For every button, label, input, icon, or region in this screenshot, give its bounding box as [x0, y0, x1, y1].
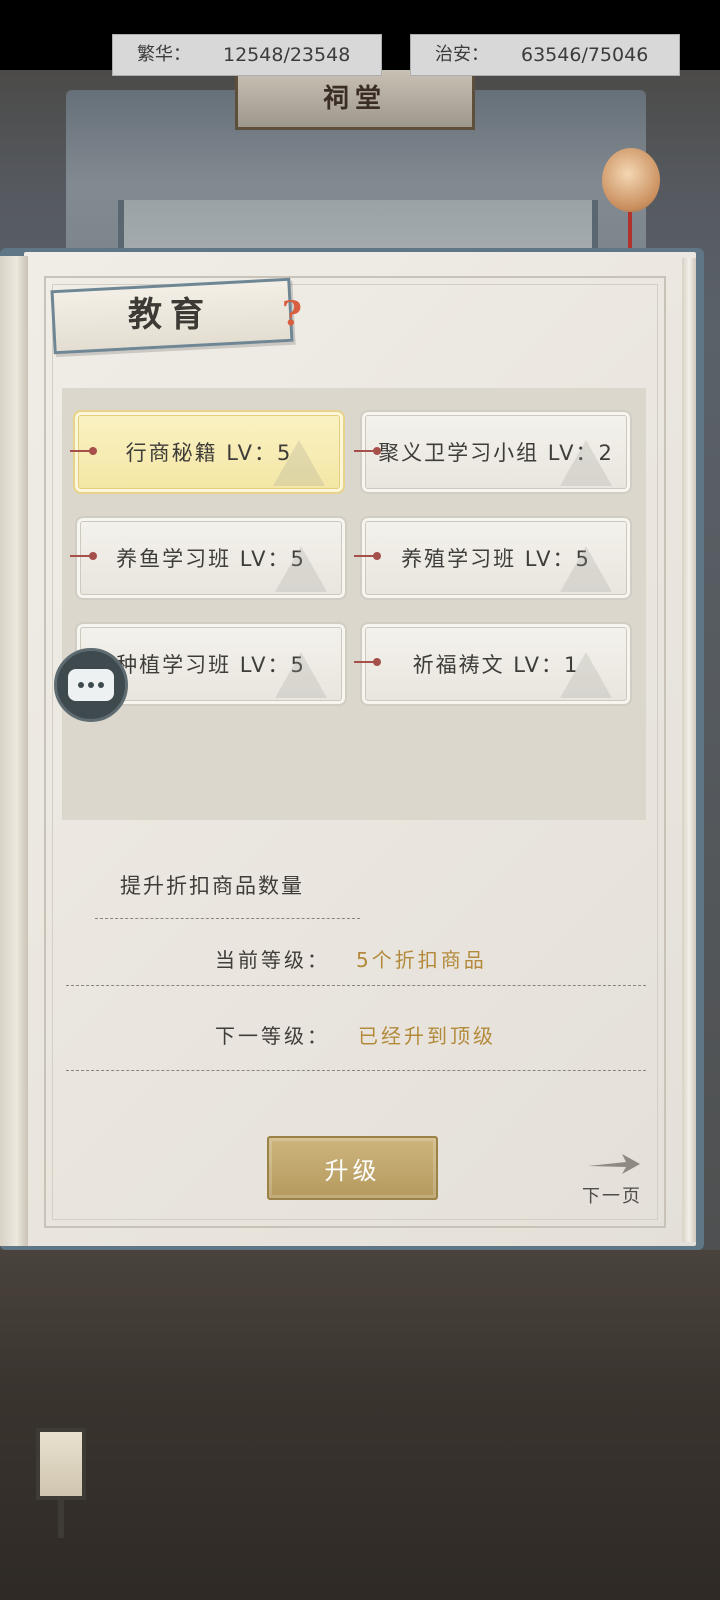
current-level-value: 5个折扣商品: [356, 948, 487, 972]
floor-lamp-icon: [36, 1428, 86, 1500]
help-icon[interactable]: ?: [282, 294, 306, 334]
arrow-right-icon: [588, 1154, 640, 1174]
skill-card-trade-secrets[interactable]: 行商秘籍 LV：5: [73, 410, 345, 494]
prosperity-label: 繁华：: [137, 44, 191, 65]
mountain-decoration: [560, 652, 612, 698]
upgrade-button[interactable]: 升级: [267, 1136, 438, 1200]
prosperity-value: 12548/23548: [223, 44, 351, 66]
connector-pin: [70, 552, 97, 560]
mountain-decoration: [273, 440, 325, 486]
divider: [66, 985, 646, 986]
connector-pin: [354, 447, 381, 455]
skill-label: 行商秘籍 LV：5: [125, 441, 293, 465]
lantern-icon: [602, 148, 660, 212]
skill-card-guard-study-group[interactable]: 聚义卫学习小组 LV：2: [360, 410, 632, 494]
divider: [95, 918, 360, 919]
chat-button[interactable]: [54, 648, 128, 722]
skill-card-fish-farming[interactable]: 养鱼学习班 LV：5: [75, 516, 347, 600]
next-level-label: 下一等级：: [215, 1024, 330, 1048]
next-level-value: 已经升到顶级: [358, 1024, 496, 1048]
skill-label: 祈福祷文 LV：1: [412, 653, 580, 677]
connector-pin: [354, 552, 381, 560]
security-value: 63546/75046: [521, 44, 649, 66]
chat-bubble-icon: [68, 669, 114, 701]
panel-title: 教育: [128, 295, 212, 335]
mountain-decoration: [275, 546, 327, 592]
floor: [0, 1250, 720, 1600]
current-level-label: 当前等级：: [215, 948, 330, 972]
next-page-button[interactable]: 下一页: [578, 1152, 650, 1212]
effect-title: 提升折扣商品数量: [120, 874, 304, 898]
shrine-sign: 祠堂: [235, 70, 475, 130]
mountain-decoration: [560, 440, 612, 486]
mountain-decoration: [560, 546, 612, 592]
skill-card-prayer[interactable]: 祈福祷文 LV：1: [360, 622, 632, 706]
book-spine: [0, 256, 28, 1246]
page-edge: [682, 258, 696, 1242]
connector-pin: [70, 447, 97, 455]
prosperity-stat: 繁华： 12548/23548: [112, 34, 382, 76]
security-stat: 治安： 63546/75046: [410, 34, 680, 76]
mountain-decoration: [275, 652, 327, 698]
connector-pin: [354, 658, 381, 666]
floor-lamp-pole: [58, 1500, 64, 1538]
divider: [66, 1070, 646, 1071]
security-label: 治安：: [435, 44, 489, 65]
skill-card-breeding[interactable]: 养殖学习班 LV：5: [360, 516, 632, 600]
next-page-label: 下一页: [582, 1186, 642, 1207]
